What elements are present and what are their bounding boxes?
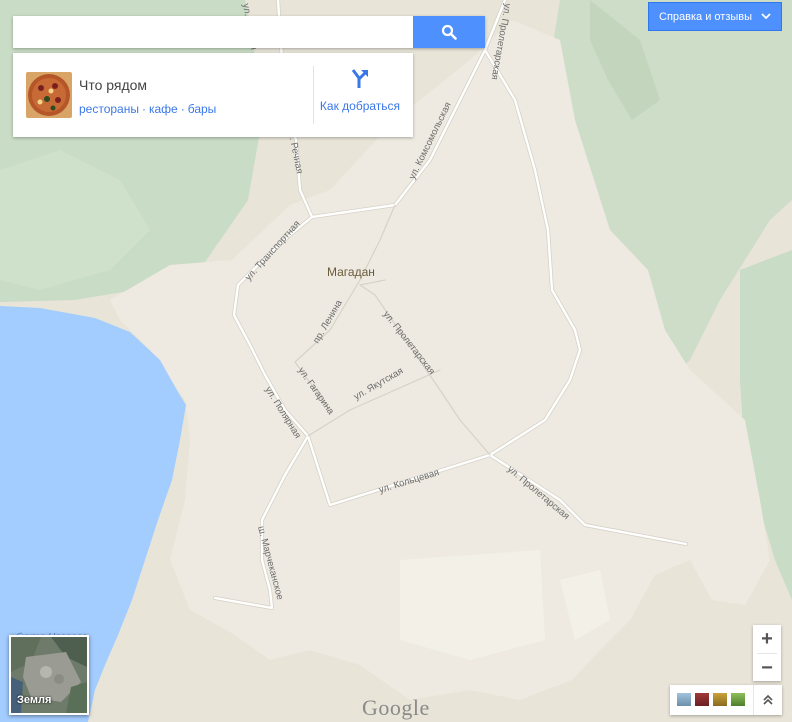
layers-expand-button[interactable] <box>753 685 782 715</box>
nearby-links: рестораны · кафе · бары <box>79 102 217 116</box>
layers-strip <box>670 685 782 715</box>
google-logo: Google <box>362 695 430 720</box>
link-bars[interactable]: бары <box>188 102 217 116</box>
pizza-thumbnail[interactable] <box>26 72 72 118</box>
earth-view-toggle[interactable]: Земля <box>9 635 89 715</box>
double-chevron-up-icon <box>763 694 773 705</box>
search-box <box>13 16 485 48</box>
zoom-in-button[interactable]: + <box>753 625 781 653</box>
earth-label: Земля <box>17 694 52 706</box>
directions-label: Как добраться <box>319 99 401 113</box>
city-label: Магадан <box>327 265 375 279</box>
help-label: Справка и отзывы <box>659 10 753 23</box>
layer-thumb-terrain[interactable] <box>677 693 691 706</box>
divider <box>313 66 314 124</box>
zoom-out-button[interactable]: − <box>753 654 781 682</box>
nearby-card: Что рядом рестораны · кафе · бары Как добрат… <box>13 53 413 137</box>
directions-button[interactable]: Как добраться <box>315 65 405 127</box>
nearby-title: Что рядом <box>79 77 148 93</box>
link-restaurants[interactable]: рестораны <box>79 102 139 116</box>
directions-icon <box>351 69 368 88</box>
layer-thumb-photos[interactable] <box>695 693 709 706</box>
search-button[interactable] <box>413 16 485 48</box>
pizza-icon <box>26 72 72 118</box>
layer-thumb-traffic[interactable] <box>713 693 727 706</box>
search-icon <box>441 24 457 40</box>
search-input[interactable] <box>13 16 405 48</box>
chevron-down-icon <box>761 13 771 20</box>
layer-thumb-bicycling[interactable] <box>731 693 745 706</box>
zoom-controls: + − <box>753 625 781 681</box>
link-cafes[interactable]: кафе <box>149 102 178 116</box>
help-feedback-button[interactable]: Справка и отзывы <box>648 2 782 31</box>
